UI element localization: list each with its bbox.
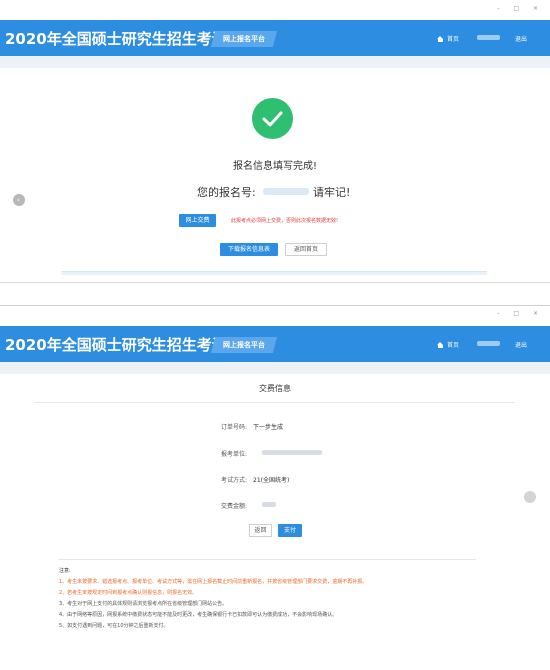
- exam-title: 2020年全国硕士研究生招生考试: [5, 336, 227, 354]
- platform-label: 网上报名平台: [223, 35, 265, 43]
- order-number-value: 下一步生成: [253, 424, 284, 431]
- note-item: 3、考生对于网上支付的具体规则请浏览报考点所在省级管理部门网站公告。: [59, 601, 228, 607]
- success-check-icon: [252, 98, 293, 139]
- platform-tab[interactable]: 网上报名平台: [210, 31, 278, 47]
- remember-reminder: 请牢记!: [313, 186, 351, 199]
- username-redacted: [477, 341, 500, 346]
- sub-bar: [0, 56, 550, 68]
- exam-method-value: 21(全国统考): [253, 477, 290, 484]
- note-item: 5、如支付遇到问题，可在10分钟之后重新支付。: [59, 623, 169, 629]
- username-redacted: [477, 35, 500, 40]
- order-number-label: 订单号码:: [221, 424, 248, 431]
- home-label: 首页: [447, 342, 460, 349]
- fee-amount-redacted: [262, 502, 276, 507]
- exam-unit-row: 报考单位:: [221, 449, 247, 458]
- carousel-next-button[interactable]: [524, 491, 536, 503]
- order-number-row: 订单号码: 下一步生成: [221, 422, 283, 431]
- pay-online-button[interactable]: 网上交费: [179, 214, 216, 227]
- sub-bar: [0, 362, 550, 374]
- pay-button[interactable]: 支付: [278, 524, 302, 537]
- exam-method-label: 考试方式:: [221, 477, 248, 484]
- notes-divider: [58, 559, 476, 560]
- fee-amount-label: 交费金额:: [221, 503, 248, 510]
- top-header: 2020年全国硕士研究生招生考试 网上报名平台 首页 退出: [0, 20, 550, 56]
- top-header: 2020年全国硕士研究生招生考试 网上报名平台 首页 退出: [0, 326, 550, 362]
- home-label: 首页: [447, 36, 460, 43]
- logout-link[interactable]: 退出: [515, 34, 527, 43]
- platform-tab[interactable]: 网上报名平台: [210, 337, 278, 353]
- registration-number-label: 您的报名号:: [197, 186, 256, 199]
- notes-title: 注意:: [59, 568, 71, 574]
- home-link[interactable]: 首页: [437, 34, 459, 43]
- home-icon: [437, 35, 444, 42]
- carousel-prev-button[interactable]: ‹: [13, 194, 25, 206]
- window-controls[interactable]: - □ ×: [497, 5, 544, 12]
- content-divider: [61, 271, 487, 275]
- fee-amount-row: 交费金额:: [221, 501, 247, 510]
- payment-info-title: 交费信息: [259, 384, 291, 393]
- window-controls[interactable]: - □ ×: [497, 310, 544, 317]
- back-button[interactable]: 返回: [249, 524, 272, 537]
- platform-label: 网上报名平台: [223, 341, 265, 349]
- exam-method-row: 考试方式: 21(全国统考): [221, 475, 289, 484]
- exam-unit-label: 报考单位:: [221, 451, 248, 458]
- back-home-button[interactable]: 返回首页: [285, 243, 327, 256]
- payment-warning: 此报考点必须网上交费，否则此次报名数据无效!: [231, 218, 339, 224]
- exam-title: 2020年全国硕士研究生招生考试: [5, 30, 227, 48]
- title-divider: [35, 402, 515, 403]
- registration-complete-screen: - □ × 2020年全国硕士研究生招生考试 网上报名平台 首页 退出: [0, 0, 550, 283]
- screenshot-separator: [0, 283, 550, 304]
- note-item: 1、考生未按要求、错选报考点、报考单位、考试方式等，需在网上报名截止时间前重新报…: [59, 579, 368, 585]
- chevron-left-icon: ‹: [17, 196, 20, 204]
- home-link[interactable]: 首页: [437, 340, 459, 349]
- exam-unit-redacted: [262, 450, 322, 455]
- payment-notes: 注意: 1、考生未按要求、错选报考点、报考单位、考试方式等，需在网上报名截止时间…: [59, 566, 529, 632]
- note-item: 2、若考生未按规定时间到报考点确认则报信息，则报名无效。: [59, 590, 198, 596]
- home-icon: [437, 341, 444, 348]
- download-form-button[interactable]: 下载报名信息表: [220, 243, 278, 256]
- logout-link[interactable]: 退出: [515, 340, 527, 349]
- note-item: 4、由于网络等原因，网报系统中缴费状态可能不能及时更改，考生确保银行卡已扣款即可…: [59, 612, 338, 618]
- completion-message: 报名信息填写完成!: [232, 161, 317, 172]
- registration-number-redacted: [263, 188, 309, 195]
